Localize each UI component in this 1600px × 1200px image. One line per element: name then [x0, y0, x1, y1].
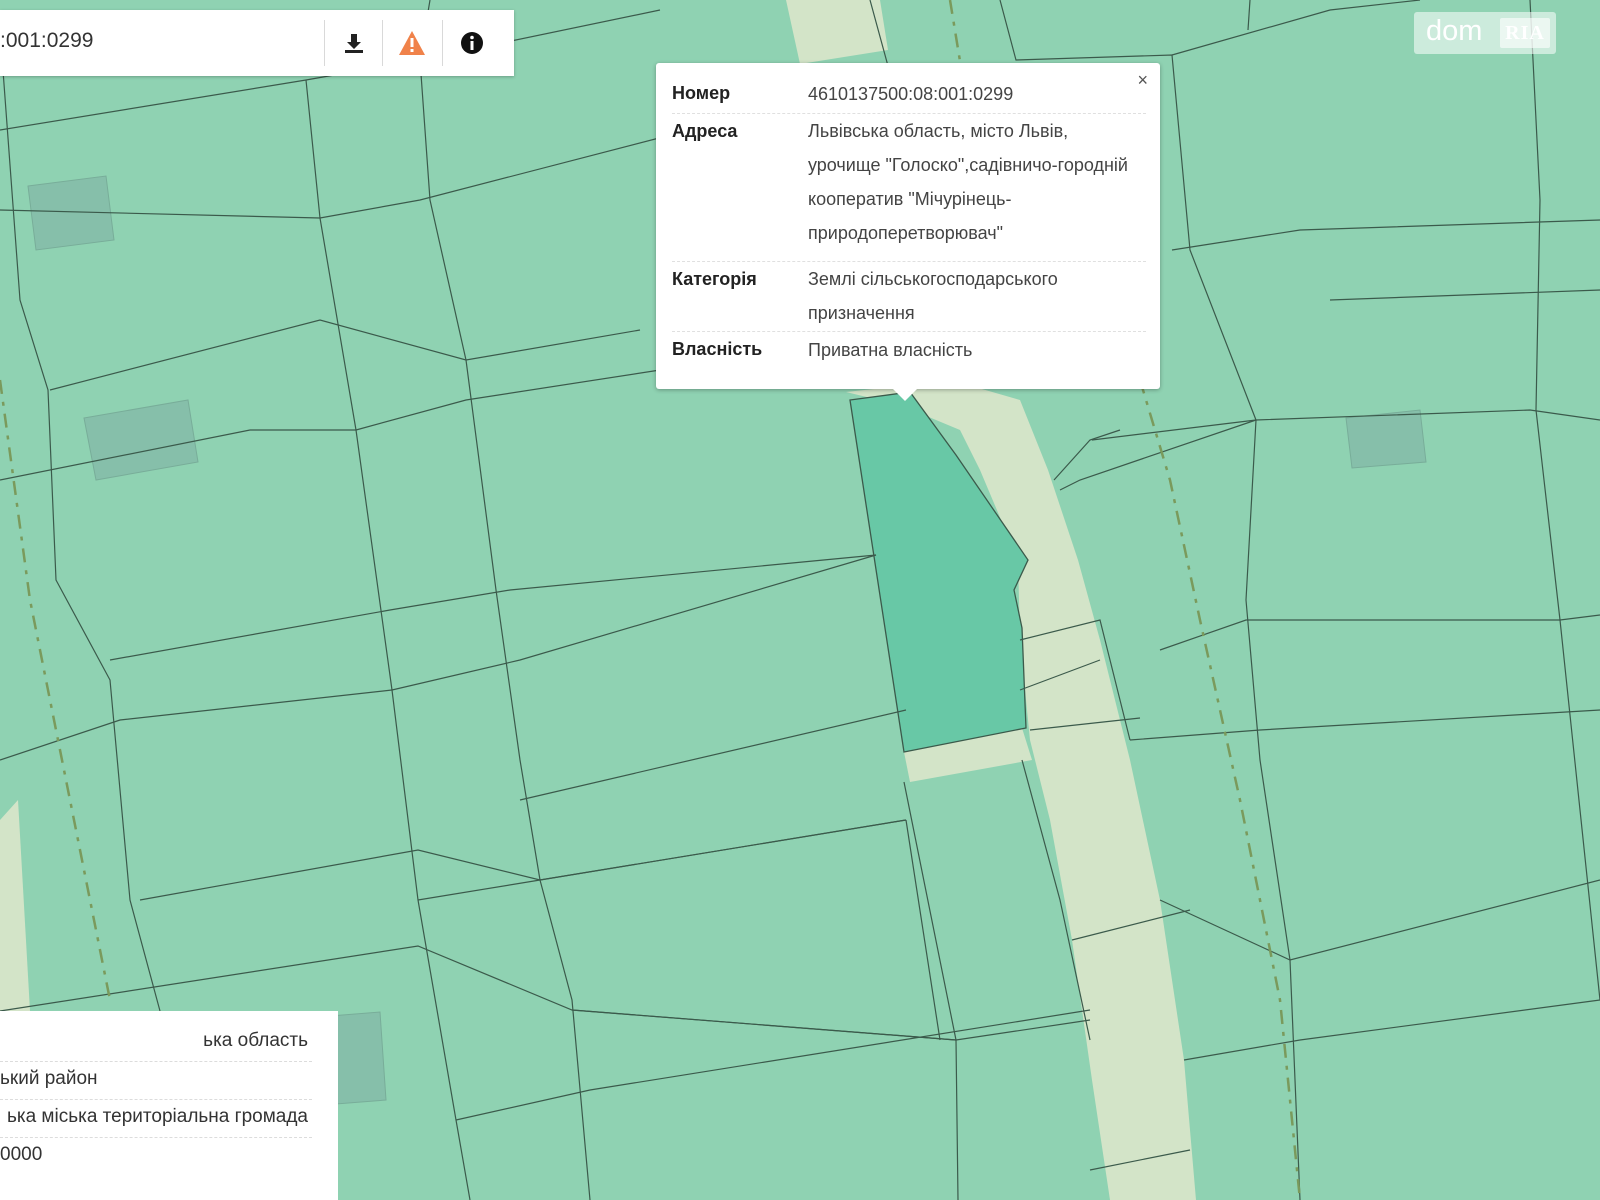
info-row-koatuu: 0000 — [0, 1137, 312, 1175]
report-issue-button[interactable] — [382, 20, 441, 66]
popup-row-category: Категорія Землі сільськогосподарського п… — [672, 269, 1146, 332]
popup-value: Землі сільськогосподарського призначення — [808, 269, 1058, 323]
domria-watermark-logo: dom RIA — [1414, 12, 1556, 54]
parcel-info-popup: × Номер 4610137500:08:001:0299 Адреса Ль… — [656, 63, 1160, 401]
popup-row-address: Адреса Львівська область, місто Львів, у… — [672, 121, 1146, 262]
popup-row-number: Номер 4610137500:08:001:0299 — [672, 83, 1146, 114]
popup-value: Приватна власність — [808, 340, 973, 360]
popup-key: Адреса — [672, 121, 738, 141]
location-info-panel: ька область ький район ька міська терито… — [0, 1011, 338, 1200]
download-icon — [345, 34, 363, 53]
popup-key: Номер — [672, 83, 731, 103]
search-panel: :001:0299 — [0, 10, 514, 76]
info-row-text: ький район — [0, 1068, 98, 1089]
info-row-text: 0000 — [0, 1144, 43, 1165]
info-button[interactable] — [442, 20, 501, 66]
popup-value: 4610137500:08:001:0299 — [808, 84, 1014, 104]
info-row-district: ький район — [0, 1061, 312, 1100]
popup-key: Власність — [672, 339, 763, 359]
popup-key: Категорія — [672, 269, 757, 289]
search-query-text[interactable]: :001:0299 — [0, 10, 93, 76]
info-row-community: ька міська територіальна громада — [0, 1099, 312, 1138]
popup-value: Львівська область, місто Львів, урочище … — [808, 121, 1128, 243]
download-button[interactable] — [324, 20, 383, 66]
warning-icon — [399, 31, 425, 55]
info-row-region: ька область — [0, 1023, 312, 1062]
watermark-dom-text: dom — [1426, 15, 1483, 47]
info-row-text: ька область — [203, 1030, 308, 1051]
info-row-text: ька міська територіальна громада — [6, 1106, 308, 1127]
watermark-ria-text: RIA — [1500, 18, 1550, 48]
popup-row-ownership: Власність Приватна власність — [672, 339, 1146, 369]
info-icon — [461, 32, 483, 54]
